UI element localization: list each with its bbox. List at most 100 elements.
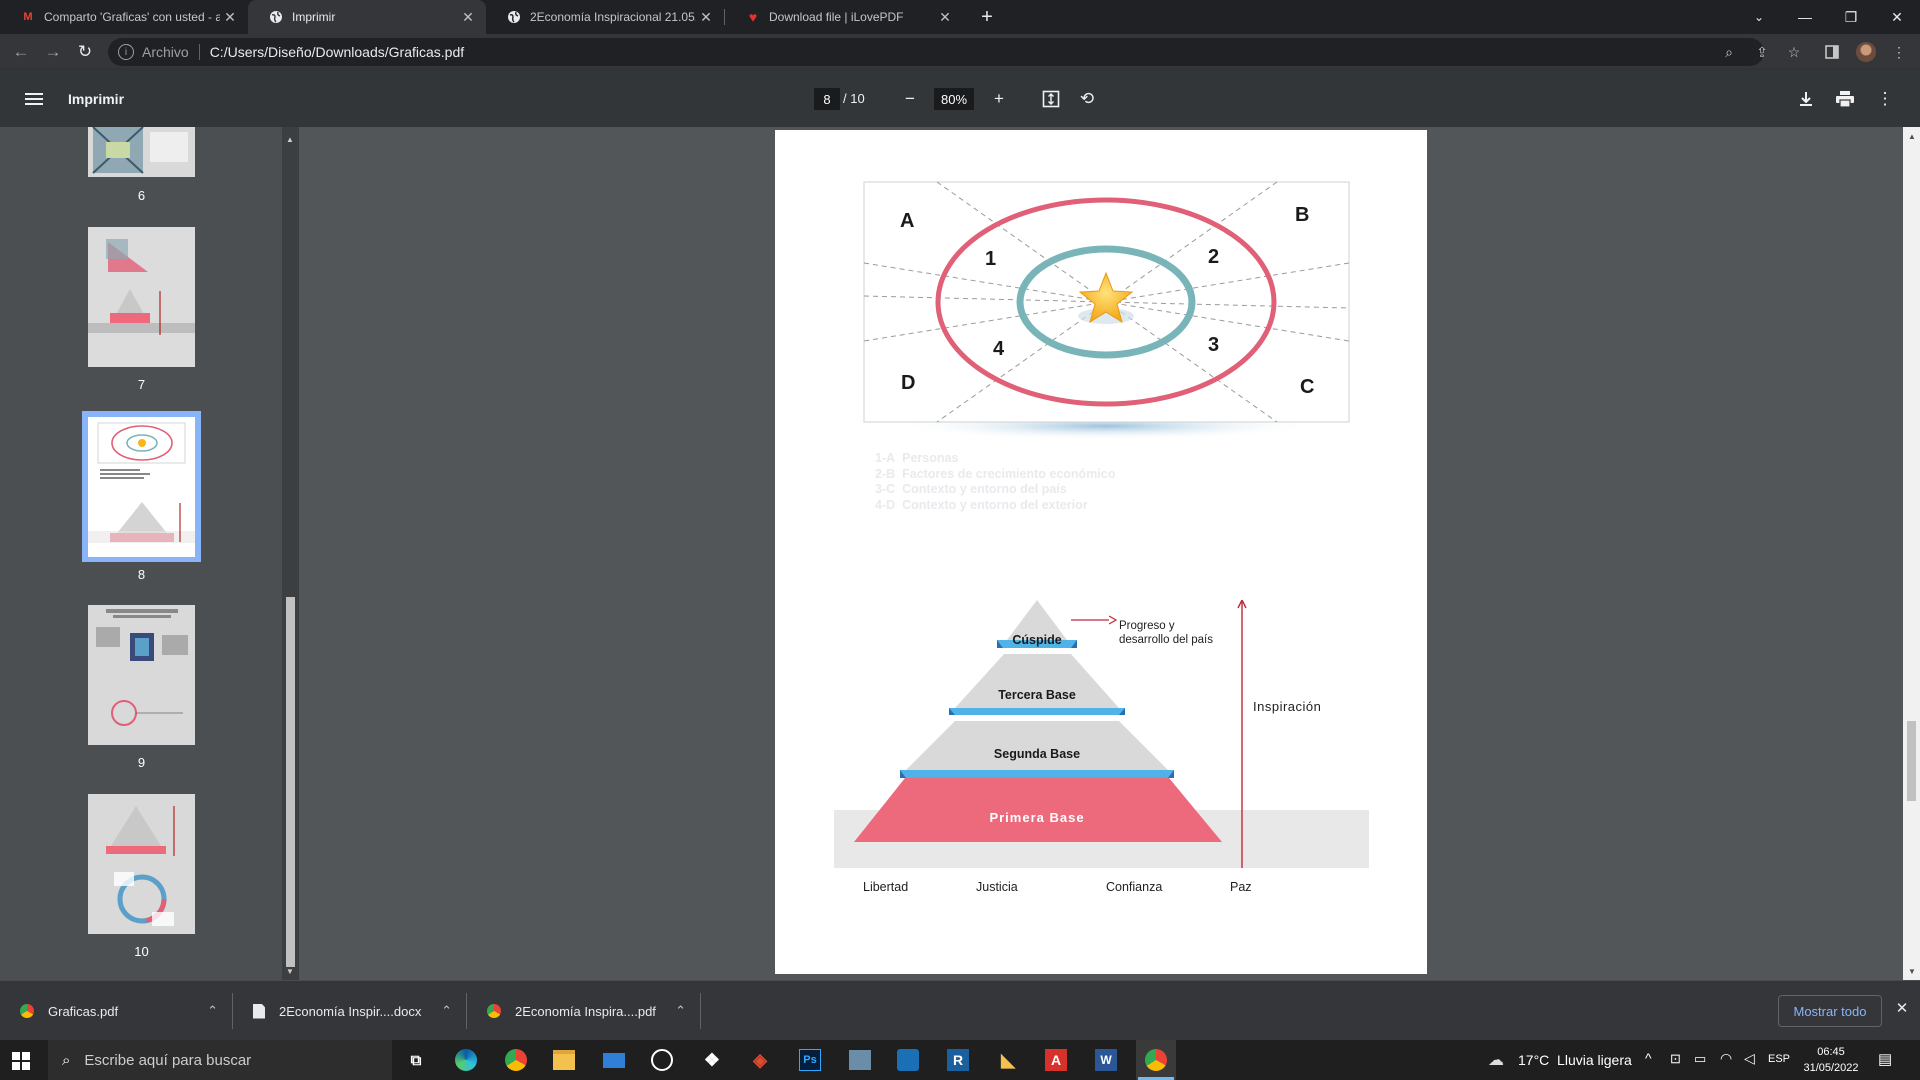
inspiracion-label: Inspiración [1253,699,1322,714]
bookmark-star-icon[interactable]: ☆ [1784,42,1804,62]
profile-avatar[interactable] [1856,42,1876,62]
task-view-icon[interactable]: ⧉ [402,1046,430,1074]
scroll-down-arrow-icon[interactable]: ▼ [1908,967,1916,976]
fit-page-icon[interactable] [1040,88,1062,110]
info-icon[interactable]: i [118,44,134,60]
windows-start-icon[interactable] [12,1052,30,1075]
tab-title: 2Economía Inspiracional 21.05.20 [530,10,696,24]
image-tool-icon[interactable] [846,1046,874,1074]
mail-icon[interactable] [600,1046,628,1074]
scroll-up-arrow-icon[interactable]: ▲ [286,135,294,144]
autodesk-icon[interactable]: ◈ [746,1046,774,1074]
tab-gmail[interactable]: M Comparto 'Graficas' con usted - a ✕ [0,0,248,34]
tray-app-icon[interactable]: ⊡ [1670,1051,1681,1067]
minimize-button[interactable]: — [1782,0,1828,34]
thumbnail-page-6[interactable] [88,127,195,177]
download-item[interactable]: Graficas.pdf ⌃ [0,981,232,1041]
rotate-icon[interactable]: ⟲ [1076,88,1098,110]
revit-icon[interactable]: R [944,1046,972,1074]
circle-diagram [863,181,1350,440]
photoshop-icon[interactable]: Ps [796,1046,824,1074]
pdf-toolbar: Imprimir 8 / 10 − 80% + ⟲ ⋮ [0,70,1920,127]
diagram-legend: 1-A Personas 2-B Factores de crecimiento… [875,451,1115,513]
close-shelf-icon[interactable]: ✕ [1892,999,1912,1019]
wifi-icon[interactable]: ◠ [1720,1050,1732,1067]
chevron-up-icon[interactable]: ⌃ [207,1003,218,1019]
chrome-taskbar-icon[interactable] [502,1046,530,1074]
share-icon[interactable]: ⇪ [1752,42,1772,62]
whatsapp-icon[interactable] [648,1046,676,1074]
reload-icon[interactable]: ↻ [73,40,97,64]
corner-label-a: A [900,210,915,232]
show-all-button[interactable]: Mostrar todo [1778,995,1882,1027]
search-icon: ⌕ [62,1051,71,1069]
tab-ilovepdf[interactable]: ♥ Download file | iLovePDF ✕ [725,0,963,34]
zoom-out-icon[interactable]: − [899,88,921,110]
close-tab-icon[interactable]: ✕ [220,9,240,26]
side-panel-icon[interactable] [1822,42,1842,62]
chevron-up-icon[interactable]: ⌃ [441,1003,452,1019]
thumbnail-page-10[interactable] [88,794,195,934]
zoom-magnifier-icon[interactable]: ⌕ [1719,42,1739,62]
tab-strip: M Comparto 'Graficas' con usted - a ✕ Im… [0,0,1920,34]
thumbnail-page-7[interactable] [88,227,195,367]
tray-chevron-icon[interactable]: ^ [1645,1050,1652,1066]
file-explorer-icon[interactable] [550,1046,578,1074]
download-icon[interactable] [1795,88,1817,110]
pyramid-level-tercera: Tercera Base [998,688,1076,702]
sidebar-scrollbar[interactable]: ▲ ▼ [282,127,299,980]
download-item[interactable]: 2Economía Inspira....pdf ⌃ [467,981,700,1041]
scroll-up-arrow-icon[interactable]: ▲ [1908,132,1916,141]
page-number-input[interactable]: 8 [814,88,840,110]
edge-icon[interactable] [452,1046,480,1074]
corner-label-c: C [1300,376,1315,398]
language-indicator[interactable]: ESP [1768,1053,1790,1065]
hamburger-menu-icon[interactable] [23,88,45,110]
thumbnail-page-9[interactable] [88,605,195,745]
thumbnail-number: 7 [137,377,146,392]
thumbnail-number: 6 [137,188,146,203]
notifications-icon[interactable]: ▤ [1878,1050,1892,1068]
close-tab-icon[interactable]: ✕ [458,9,478,26]
sector-number-1: 1 [985,248,997,270]
tab-imprimir[interactable]: Imprimir ✕ [248,0,486,34]
tab-search-chevron-icon[interactable]: ⌄ [1736,0,1782,34]
word-icon[interactable]: W [1092,1046,1120,1074]
sketchup-icon[interactable] [894,1046,922,1074]
close-tab-icon[interactable]: ✕ [696,9,716,26]
chrome-icon [20,1004,34,1018]
folder-shortcut-icon[interactable]: ◣ [994,1046,1022,1074]
sidebar-scroll-thumb[interactable] [286,597,295,967]
scroll-down-arrow-icon[interactable]: ▼ [286,967,294,976]
divider [700,993,701,1029]
print-icon[interactable] [1834,88,1856,110]
zoom-input[interactable]: 80% [934,88,974,110]
thumbnail-page-8[interactable] [88,417,195,557]
tab-economia[interactable]: 2Economía Inspiracional 21.05.20 ✕ [486,0,724,34]
document-scroll-thumb[interactable] [1907,721,1916,801]
battery-icon[interactable]: ▭ [1694,1051,1706,1067]
dropbox-icon[interactable]: ❖ [698,1046,726,1074]
browser-menu-icon[interactable]: ⋮ [1889,42,1909,62]
back-arrow-icon[interactable]: ← [9,40,33,64]
address-bar[interactable]: i Archivo C:/Users/Diseño/Downloads/Graf… [108,38,1764,66]
legend-item: 3-C Contexto y entorno del país [875,482,1067,496]
new-tab-button[interactable]: + [975,5,999,29]
chevron-up-icon[interactable]: ⌃ [675,1003,686,1019]
acrobat-icon[interactable]: A [1042,1046,1070,1074]
clock[interactable]: 06:45 31/05/2022 [1800,1044,1862,1076]
document-scrollbar[interactable]: ▲ ▼ [1903,127,1920,980]
volume-icon[interactable]: ◁ [1744,1050,1755,1067]
close-window-button[interactable]: ✕ [1874,0,1920,34]
close-tab-icon[interactable]: ✕ [935,9,955,26]
taskbar-search-box[interactable]: ⌕ Escribe aquí para buscar [48,1040,392,1080]
restore-button[interactable]: ❐ [1828,0,1874,34]
sector-number-2: 2 [1208,246,1220,268]
download-item[interactable]: 2Economía Inspir....docx ⌃ [233,981,466,1041]
weather-text[interactable]: 17°C Lluvia ligera [1518,1052,1632,1068]
pdf-more-icon[interactable]: ⋮ [1874,88,1896,110]
forward-arrow-icon[interactable]: → [41,40,65,64]
zoom-in-icon[interactable]: + [988,88,1010,110]
chrome-active-icon[interactable] [1142,1046,1170,1074]
weather-cloud-icon[interactable]: ☁ [1488,1050,1504,1070]
